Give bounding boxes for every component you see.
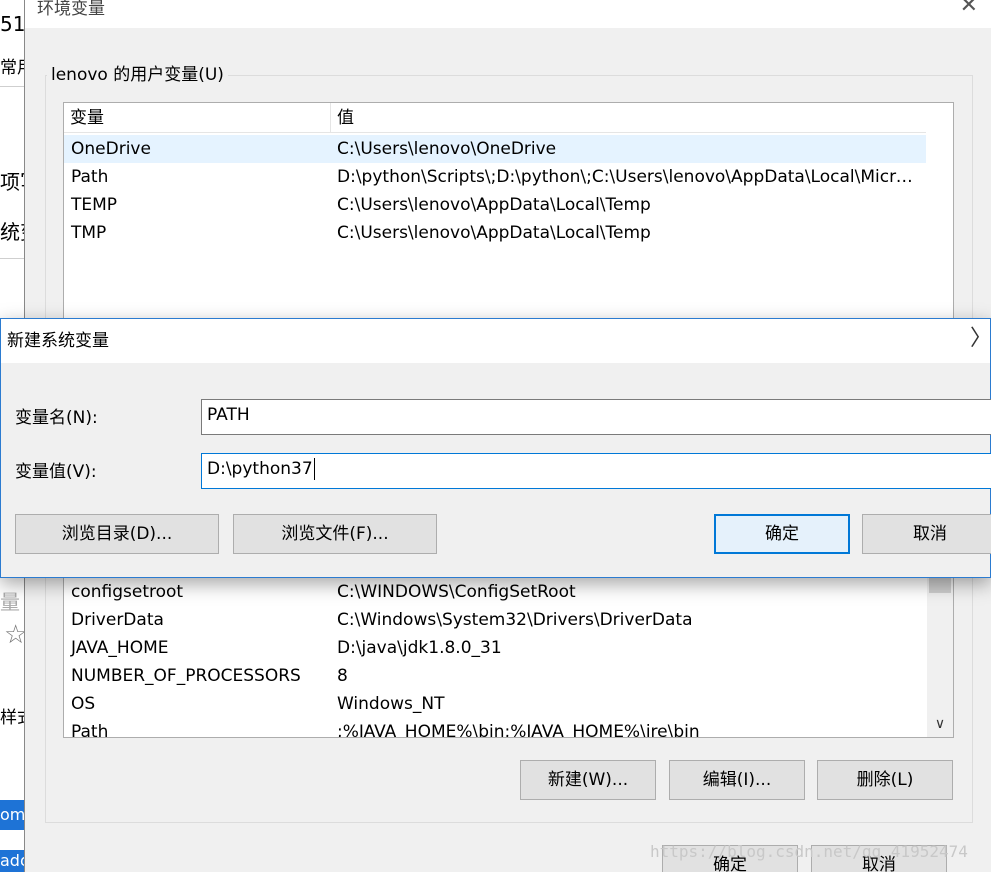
list-row[interactable]: OS Windows_NT — [64, 690, 926, 718]
watermark: https://blog.csdn.net/qq_41952474 — [650, 842, 968, 861]
list-row[interactable]: TMP C:\Users\lenovo\AppData\Local\Temp — [64, 219, 926, 247]
edit-variable-button[interactable]: 编辑(I)... — [669, 760, 805, 800]
variable-name: JAVA_HOME — [71, 638, 169, 658]
variable-value: C:\Users\lenovo\OneDrive — [337, 139, 557, 159]
variable-name-field-value: PATH — [207, 405, 250, 425]
variable-value: 8 — [337, 666, 348, 686]
background-divider — [0, 258, 24, 259]
variable-value-field-value: D:\python37 — [207, 459, 313, 479]
variable-value: D:\python\Scripts\;D:\python\;C:\Users\l… — [337, 167, 923, 187]
variable-name: Path — [71, 722, 109, 738]
new-variable-button[interactable]: 新建(W)... — [520, 760, 656, 800]
star-icon[interactable]: ☆ — [4, 620, 24, 650]
variable-name-field[interactable]: PATH — [201, 399, 991, 435]
background-text: 量 — [0, 590, 20, 614]
background-text: 项写 — [0, 170, 24, 194]
browse-directory-button[interactable]: 浏览目录(D)... — [15, 514, 219, 554]
close-icon[interactable]: 〉 — [970, 327, 991, 351]
variable-name: DriverData — [71, 610, 164, 630]
variable-name: TEMP — [71, 195, 118, 215]
variable-value: C:\WINDOWS\ConfigSetRoot — [337, 582, 576, 602]
text-caret — [313, 458, 315, 480]
variable-name: TMP — [71, 223, 107, 243]
list-header: 变量 值 — [64, 103, 926, 133]
new-system-variable-dialog: 新建系统变量 〉 变量名(N): PATH 变量值(V): D:\python3… — [0, 318, 991, 578]
column-header-value[interactable]: 值 — [331, 103, 354, 133]
window-title: 环境变量 — [37, 0, 105, 19]
dialog-title: 新建系统变量 — [7, 331, 109, 351]
dialog-cancel-button[interactable]: 取消 — [862, 514, 991, 554]
list-row[interactable]: DriverData C:\Windows\System32\Drivers\D… — [64, 606, 926, 634]
list-row[interactable]: TEMP C:\Users\lenovo\AppData\Local\Temp — [64, 191, 926, 219]
chevron-down-icon[interactable]: ∨ — [927, 715, 953, 733]
dialog-ok-button[interactable]: 确定 — [714, 514, 850, 554]
window-titlebar: 环境变量 ✕ — [25, 0, 991, 28]
variable-name: Path — [71, 167, 109, 187]
variable-value-field[interactable]: D:\python37 — [201, 453, 991, 489]
variable-name-label: 变量名(N): — [15, 408, 98, 428]
variable-name: NUMBER_OF_PROCESSORS — [71, 666, 301, 686]
background-text: 51 — [0, 12, 24, 36]
background-link[interactable]: om/ — [0, 800, 24, 830]
variable-value: C:\Windows\System32\Drivers\DriverData — [337, 610, 693, 630]
variable-value: Windows_NT — [337, 694, 445, 714]
list-row[interactable]: configsetroot C:\WINDOWS\ConfigSetRoot — [64, 578, 926, 606]
browse-file-button[interactable]: 浏览文件(F)... — [233, 514, 437, 554]
variable-value: C:\Users\lenovo\AppData\Local\Temp — [337, 195, 651, 215]
list-row[interactable]: Path D:\python\Scripts\;D:\python\;C:\Us… — [64, 163, 926, 191]
list-row[interactable]: Path ;%JAVA_HOME%\bin;%JAVA_HOME%\jre\bi… — [64, 718, 926, 738]
variable-value: D:\java\jdk1.8.0_31 — [337, 638, 502, 658]
user-variables-label: lenovo 的用户变量(U) — [47, 63, 228, 87]
close-icon[interactable]: ✕ — [960, 0, 978, 18]
variable-value-label: 变量值(V): — [15, 462, 97, 482]
dialog-titlebar: 新建系统变量 〉 — [1, 319, 991, 363]
background-divider — [0, 86, 24, 87]
variable-value: ;%JAVA_HOME%\bin;%JAVA_HOME%\jre\bin — [337, 722, 700, 738]
background-link[interactable]: ado — [0, 850, 24, 872]
user-variables-list[interactable]: 变量 值 OneDrive C:\Users\lenovo\OneDrive P… — [63, 102, 954, 324]
vertical-scrollbar[interactable]: ∨ — [927, 571, 953, 737]
list-row[interactable]: OneDrive C:\Users\lenovo\OneDrive — [64, 135, 926, 163]
delete-variable-button[interactable]: 删除(L) — [817, 760, 953, 800]
column-header-variable[interactable]: 变量 — [64, 103, 104, 133]
variable-name: configsetroot — [71, 582, 184, 602]
variable-value: C:\Users\lenovo\AppData\Local\Temp — [337, 223, 651, 243]
system-variables-list[interactable]: configsetroot C:\WINDOWS\ConfigSetRoot D… — [63, 570, 954, 738]
background-text: 常用 — [0, 58, 24, 78]
background-text: 统变 — [0, 220, 24, 244]
variable-name: OneDrive — [71, 139, 151, 159]
variable-name: OS — [71, 694, 96, 714]
list-row[interactable]: NUMBER_OF_PROCESSORS 8 — [64, 662, 926, 690]
background-text: 样式 — [0, 708, 24, 728]
list-row[interactable]: JAVA_HOME D:\java\jdk1.8.0_31 — [64, 634, 926, 662]
